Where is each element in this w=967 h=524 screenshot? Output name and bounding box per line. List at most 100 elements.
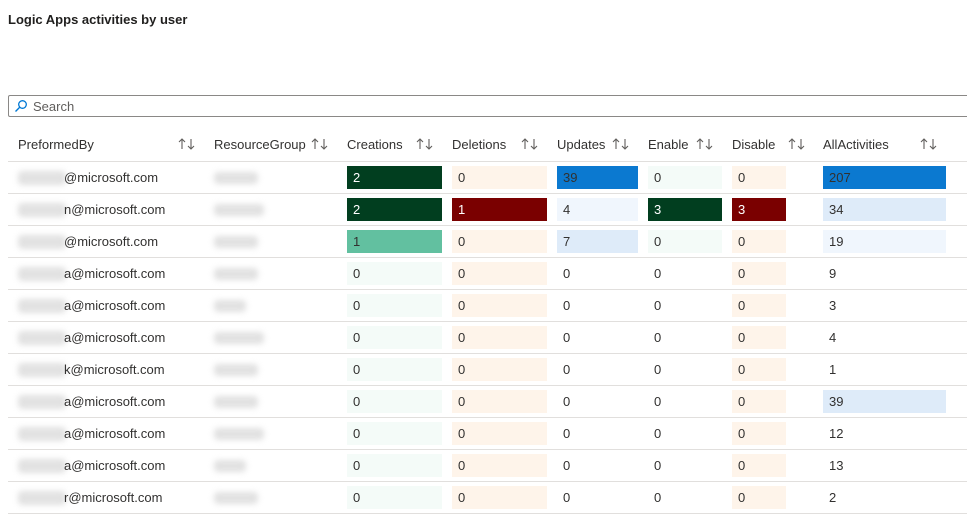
deletions-cell: 0: [452, 326, 547, 349]
search-input[interactable]: [33, 98, 933, 114]
updates-cell: 7: [557, 230, 638, 253]
column-header-disable[interactable]: Disable: [732, 128, 775, 160]
deletions-cell: 0: [452, 230, 547, 253]
creations-cell: 1: [347, 230, 442, 253]
enable-cell: 0: [654, 490, 662, 505]
redacted-resourcegroup: [214, 396, 258, 408]
redacted-resourcegroup: [214, 172, 258, 184]
table-row[interactable]: n@microsoft.com 2 1 4 3 3 34: [8, 194, 967, 226]
deletions-cell: 0: [452, 166, 547, 189]
redacted-username: [18, 427, 66, 441]
enable-cell: 0: [654, 362, 662, 377]
sort-icon[interactable]: [416, 128, 434, 160]
preformedby-cell: r@microsoft.com: [64, 490, 163, 505]
column-header-label: Creations: [347, 136, 403, 152]
preformedby-cell: k@microsoft.com: [64, 362, 165, 377]
preformedby-cell: a@microsoft.com: [64, 394, 166, 409]
search-box[interactable]: [8, 95, 967, 117]
redacted-username: [18, 491, 66, 505]
table-row[interactable]: @microsoft.com 1 0 7 0 0 19: [8, 226, 967, 258]
redacted-username: [18, 267, 66, 281]
redacted-resourcegroup: [214, 428, 264, 440]
column-header-preformedby[interactable]: PreformedBy: [18, 128, 94, 160]
enable-cell: 0: [654, 394, 662, 409]
column-header-label: AllActivities: [823, 136, 889, 152]
redacted-resourcegroup: [214, 332, 264, 344]
table-row[interactable]: r@microsoft.com 0 0 0 0 0 2: [8, 482, 967, 514]
disable-cell: 0: [732, 262, 786, 285]
disable-cell: 0: [732, 294, 786, 317]
redacted-resourcegroup: [214, 204, 264, 216]
sort-icon[interactable]: [920, 128, 938, 160]
page-title: Logic Apps activities by user: [8, 12, 188, 27]
redacted-resourcegroup: [214, 460, 246, 472]
redacted-username: [18, 363, 66, 377]
column-header-resourcegroup[interactable]: ResourceGroup: [214, 128, 306, 160]
enable-cell: 0: [654, 298, 662, 313]
column-header-label: Disable: [732, 136, 776, 152]
allactivities-cell: 9: [829, 266, 837, 281]
disable-cell: 0: [732, 230, 786, 253]
creations-cell: 0: [347, 422, 442, 445]
updates-cell: 39: [557, 166, 638, 189]
redacted-resourcegroup: [214, 492, 258, 504]
preformedby-cell: a@microsoft.com: [64, 330, 166, 345]
table-row[interactable]: k@microsoft.com 0 0 0 0 0 1: [8, 354, 967, 386]
sort-icon[interactable]: [521, 128, 539, 160]
deletions-cell: 0: [452, 294, 547, 317]
table-row[interactable]: a@microsoft.com 0 0 0 0 0 39: [8, 386, 967, 418]
preformedby-cell: a@microsoft.com: [64, 266, 166, 281]
table-row[interactable]: a@microsoft.com 0 0 0 0 0 9: [8, 258, 967, 290]
table-row[interactable]: a@microsoft.com 0 0 0 0 0 13: [8, 450, 967, 482]
deletions-cell: 0: [452, 422, 547, 445]
allactivities-cell: 12: [829, 426, 844, 441]
column-header-enable[interactable]: Enable: [648, 128, 688, 160]
column-header-deletions[interactable]: Deletions: [452, 128, 506, 160]
sort-icon[interactable]: [788, 128, 806, 160]
preformedby-cell: a@microsoft.com: [64, 298, 166, 313]
allactivities-cell: 1: [829, 362, 837, 377]
redacted-resourcegroup: [214, 300, 246, 312]
enable-cell: 3: [648, 198, 722, 221]
search-icon: [14, 99, 28, 113]
updates-cell: 0: [563, 426, 571, 441]
updates-cell: 0: [563, 362, 571, 377]
enable-cell: 0: [654, 426, 662, 441]
column-header-updates[interactable]: Updates: [557, 128, 605, 160]
redacted-username: [18, 171, 66, 185]
enable-cell: 0: [648, 166, 722, 189]
enable-cell: 0: [654, 266, 662, 281]
creations-cell: 0: [347, 358, 442, 381]
updates-cell: 0: [563, 266, 571, 281]
creations-cell: 0: [347, 326, 442, 349]
sort-icon[interactable]: [311, 128, 329, 160]
updates-cell: 0: [563, 330, 571, 345]
creations-cell: 0: [347, 390, 442, 413]
table-row[interactable]: @microsoft.com 2 0 39 0 0 207: [8, 162, 967, 194]
deletions-cell: 1: [452, 198, 547, 221]
disable-cell: 0: [732, 422, 786, 445]
deletions-cell: 0: [452, 390, 547, 413]
disable-cell: 3: [732, 198, 786, 221]
redacted-username: [18, 203, 66, 217]
disable-cell: 0: [732, 390, 786, 413]
table-row[interactable]: a@microsoft.com 0 0 0 0 0 4: [8, 322, 967, 354]
column-header-creations[interactable]: Creations: [347, 128, 403, 160]
allactivities-cell: 207: [823, 166, 946, 189]
table-row[interactable]: a@microsoft.com 0 0 0 0 0 12: [8, 418, 967, 450]
disable-cell: 0: [732, 358, 786, 381]
updates-cell: 0: [563, 298, 571, 313]
creations-cell: 2: [347, 198, 442, 221]
table-row[interactable]: a@microsoft.com 0 0 0 0 0 3: [8, 290, 967, 322]
preformedby-cell: @microsoft.com: [64, 234, 159, 249]
sort-icon[interactable]: [612, 128, 630, 160]
column-header-allactivities[interactable]: AllActivities: [823, 128, 889, 160]
sort-icon[interactable]: [178, 128, 196, 160]
preformedby-cell: a@microsoft.com: [64, 458, 166, 473]
column-header-label: ResourceGroup: [214, 136, 306, 152]
redacted-resourcegroup: [214, 364, 258, 376]
sort-icon[interactable]: [696, 128, 714, 160]
allactivities-cell: 34: [823, 198, 946, 221]
updates-cell: 4: [557, 198, 638, 221]
allactivities-cell: 3: [829, 298, 837, 313]
